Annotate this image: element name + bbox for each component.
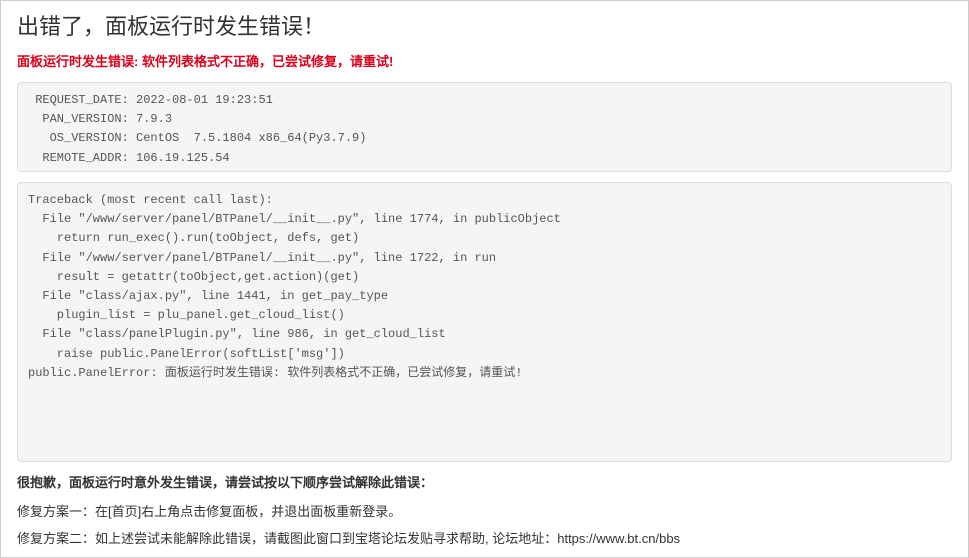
traceback-block[interactable]: Traceback (most recent call last): File … [17,182,952,462]
help-intro: 很抱歉，面板运行时意外发生错误，请尝试按以下顺序尝试解除此错误： [17,472,952,491]
help-line-2: 修复方案二：如上述尝试未能解除此错误，请截图此窗口到宝塔论坛发贴寻求帮助, 论坛… [17,528,952,547]
request-info-block[interactable]: REQUEST_DATE: 2022-08-01 19:23:51 PAN_VE… [17,82,952,172]
error-message: 面板运行时发生错误: 软件列表格式不正确，已尝试修复，请重试! [17,51,952,70]
help-line-1: 修复方案一：在[首页]右上角点击修复面板，并退出面板重新登录。 [17,501,952,520]
page-title: 出错了，面板运行时发生错误！ [17,9,952,41]
help-section: 很抱歉，面板运行时意外发生错误，请尝试按以下顺序尝试解除此错误： 修复方案一：在… [17,472,952,547]
